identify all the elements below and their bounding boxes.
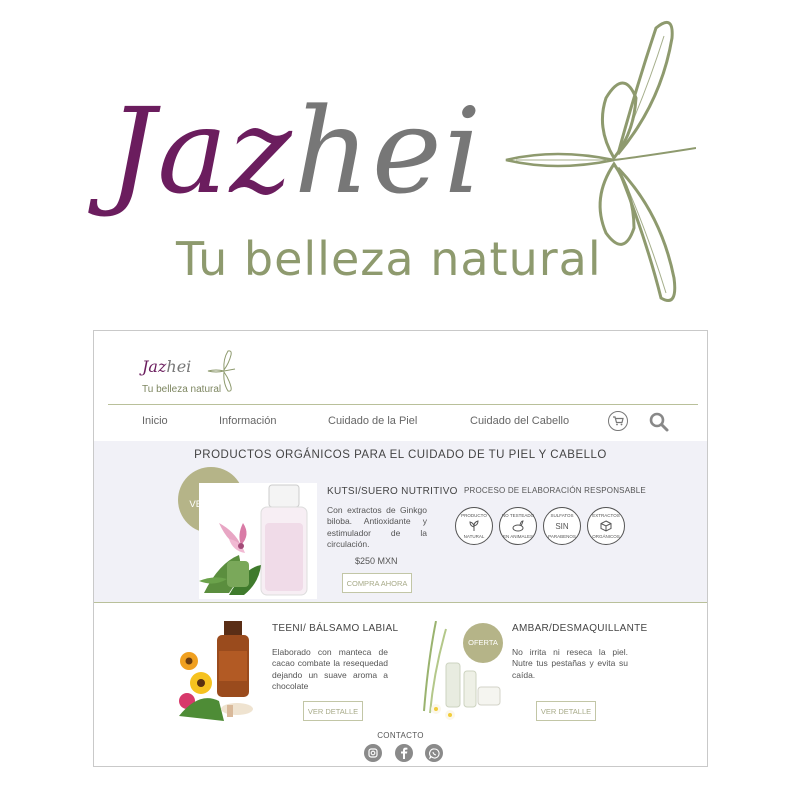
featured-product-price: $250 MXN <box>355 556 398 566</box>
seal-no-sulfates-parabens: SULFATOS SIN PARABENOS <box>543 507 581 545</box>
nav-inicio[interactable]: Inicio <box>142 415 168 427</box>
brand-name-part2: hei <box>293 82 484 220</box>
seal-cruelty-free: NO TESTEADO EN ANIMALES <box>499 507 537 545</box>
hero-logo: Jazhei Tu belleza natural <box>0 0 800 320</box>
seal-natural-product: PRODUCTO NATURAL <box>455 507 493 545</box>
nav-cuidado-piel[interactable]: Cuidado de la Piel <box>328 415 417 427</box>
nav-cuidado-cabello[interactable]: Cuidado del Cabello <box>470 415 569 427</box>
featured-product-description: Con extractos de Ginkgo biloba. Antioxid… <box>327 505 427 550</box>
shopping-cart-icon <box>613 416 624 426</box>
contact-label: CONTACTO <box>377 731 424 740</box>
seal-bottom-text: PARABENOS <box>548 534 576 539</box>
seal-organic-extracts: EXTRACTOS ORGÁNICOS <box>587 507 625 545</box>
leaf-icon <box>469 520 479 531</box>
seal-top-text: PRODUCTO <box>461 513 487 518</box>
product-grid: TEENI/ BÁLSAMO LABIAL Elaborado con mant… <box>94 603 707 766</box>
website-mockup: Jazhei Tu belleza natural Inicio Informa… <box>93 330 708 767</box>
site-tagline: Tu belleza natural <box>142 384 222 395</box>
whatsapp-icon <box>428 747 440 759</box>
search-icon[interactable] <box>648 411 670 433</box>
seal-top-text: NO TESTEADO <box>501 513 535 518</box>
instagram-button[interactable] <box>364 744 382 762</box>
seal-bottom-text: NATURAL <box>463 534 485 539</box>
makeup-remover-title[interactable]: AMBAR/DESMAQUILLANTE <box>512 623 647 634</box>
seal-mid-text: SIN <box>555 522 569 531</box>
lip-balm-detail-button[interactable]: VER DETALLE <box>303 701 363 721</box>
instagram-icon <box>368 748 378 758</box>
featured-product-title[interactable]: KUTSI/SUERO NUTRITIVO <box>327 486 458 497</box>
main-heading: PRODUCTOS ORGÁNICOS PARA EL CUIDADO DE T… <box>194 449 607 461</box>
seal-bottom-text: EN ANIMALES <box>502 534 533 539</box>
logo-name-part2: hei <box>166 357 192 376</box>
whatsapp-button[interactable] <box>425 744 443 762</box>
serum-product-image[interactable] <box>199 483 317 599</box>
cart-button[interactable] <box>608 411 628 431</box>
nav-informacion[interactable]: Información <box>219 415 276 427</box>
logo-name-part1: Jaz <box>142 357 167 376</box>
leaf-logo-icon <box>505 20 696 302</box>
makeup-remover-detail-button[interactable]: VER DETALLE <box>536 701 596 721</box>
process-title: PROCESO DE ELABORACIÓN RESPONSABLE <box>464 486 646 495</box>
seal-top-text: SULFATOS <box>550 513 574 518</box>
brand-name-part1: Jaz <box>108 82 294 220</box>
site-header: Jazhei Tu belleza natural <box>94 331 707 403</box>
lip-balm-title[interactable]: TEENI/ BÁLSAMO LABIAL <box>272 623 398 634</box>
facebook-icon <box>401 747 408 759</box>
lip-balm-description: Elaborado con manteca de cacao combate l… <box>272 647 388 692</box>
main-nav: Inicio Información Cuidado de la Piel Cu… <box>108 404 698 442</box>
cube-icon <box>600 520 612 532</box>
rabbit-icon <box>512 520 524 532</box>
site-logo[interactable]: Jazhei <box>142 357 191 376</box>
facebook-button[interactable] <box>395 744 413 762</box>
buy-now-button[interactable]: COMPRA AHORA <box>342 573 412 593</box>
featured-section: PRODUCTOS ORGÁNICOS PARA EL CUIDADO DE T… <box>94 441 707 603</box>
lip-balm-product-image[interactable] <box>179 621 261 721</box>
brand-wordmark: Jazhei <box>108 92 483 210</box>
makeup-remover-description: No irrita ni reseca la piel. Nutre tus p… <box>512 647 628 680</box>
seal-top-text: EXTRACTOS <box>592 513 620 518</box>
seal-bottom-text: ORGÁNICOS <box>592 534 620 539</box>
offer-badge: OFERTA <box>463 623 503 663</box>
